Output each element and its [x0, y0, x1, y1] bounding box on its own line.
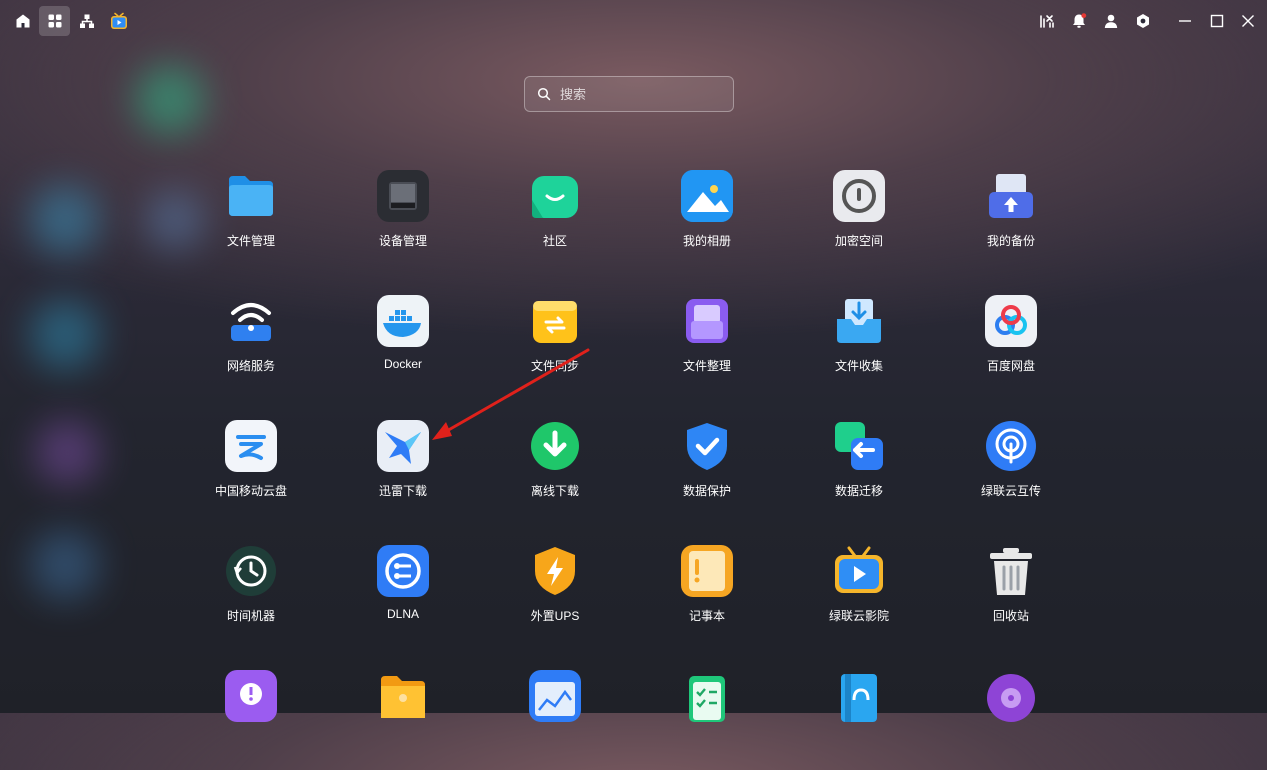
alert-icon [225, 670, 277, 722]
docker-icon [377, 295, 429, 347]
data-protect-icon [681, 420, 733, 472]
app-file-manager[interactable]: 文件管理 [175, 170, 327, 270]
app-time-machine[interactable]: 时间机器 [175, 545, 327, 645]
home-icon [16, 14, 29, 28]
app-partial-2[interactable] [327, 670, 479, 770]
settings-button[interactable] [1127, 6, 1158, 36]
app-community[interactable]: 社区 [479, 170, 631, 270]
app-xunlei[interactable]: 迅雷下载 [327, 420, 479, 520]
home-button[interactable] [7, 6, 38, 36]
app-grid-button[interactable] [39, 6, 70, 36]
data-migrate-icon [833, 420, 885, 472]
tv-app-button[interactable] [103, 6, 134, 36]
network-topology-button[interactable] [71, 6, 102, 36]
file-sync-icon [529, 295, 581, 347]
performance-button[interactable] [1031, 6, 1062, 36]
app-data-protect[interactable]: 数据保护 [631, 420, 783, 520]
app-china-mobile-cloud[interactable]: 中国移动云盘 [175, 420, 327, 520]
app-my-album[interactable]: 我的相册 [631, 170, 783, 270]
device-icon [377, 170, 429, 222]
audiobook-icon [833, 670, 885, 722]
ups-icon [529, 545, 581, 597]
checklist-icon [681, 670, 733, 722]
app-partial-5[interactable] [783, 670, 935, 770]
app-partial-6[interactable] [935, 670, 1087, 770]
app-docker[interactable]: Docker [327, 295, 479, 395]
background-blob [135, 65, 205, 135]
backup-icon [985, 170, 1037, 222]
app-file-collect[interactable]: 文件收集 [783, 295, 935, 395]
search-box[interactable] [524, 76, 734, 112]
close-button[interactable] [1232, 6, 1263, 36]
notifications-button[interactable] [1063, 6, 1094, 36]
minimize-icon [1178, 20, 1191, 22]
time-machine-icon [225, 545, 277, 597]
app-file-sync[interactable]: 文件同步 [479, 295, 631, 395]
file-organize-icon [681, 295, 733, 347]
file-collect-icon [833, 295, 885, 347]
app-ugreen-transfer[interactable]: 绿联云互传 [935, 420, 1087, 520]
network-service-icon [225, 295, 277, 347]
app-device-manager[interactable]: 设备管理 [327, 170, 479, 270]
app-notepad[interactable]: 记事本 [631, 545, 783, 645]
music-disc-icon [985, 670, 1037, 722]
app-offline-download[interactable]: 离线下载 [479, 420, 631, 520]
user-icon [1104, 14, 1117, 28]
offline-download-icon [529, 420, 581, 472]
bell-icon [1072, 13, 1086, 28]
search-input[interactable] [558, 85, 722, 103]
performance-icon [1039, 15, 1054, 28]
folder-icon [225, 170, 277, 222]
search-icon [537, 87, 551, 101]
app-ugreen-cinema[interactable]: 绿联云影院 [783, 545, 935, 645]
background-blob [30, 185, 100, 255]
app-dlna[interactable]: DLNA [327, 545, 479, 645]
tv-icon [110, 12, 127, 29]
maximize-button[interactable] [1201, 6, 1232, 36]
app-partial-3[interactable] [479, 670, 631, 770]
notepad-icon [681, 545, 733, 597]
background-blob [30, 300, 100, 370]
ugreen-transfer-icon [985, 420, 1037, 472]
app-data-migrate[interactable]: 数据迁移 [783, 420, 935, 520]
app-partial-1[interactable] [175, 670, 327, 770]
minimize-button[interactable] [1169, 6, 1200, 36]
xunlei-icon [377, 420, 429, 472]
monitor-chart-icon [529, 670, 581, 722]
app-recycle-bin[interactable]: 回收站 [935, 545, 1087, 645]
recycle-bin-icon [985, 545, 1037, 597]
ugreen-cinema-icon [833, 545, 885, 597]
app-file-organize[interactable]: 文件整理 [631, 295, 783, 395]
dlna-icon [377, 545, 429, 597]
close-icon [1241, 15, 1254, 27]
app-partial-4[interactable] [631, 670, 783, 770]
community-icon [529, 170, 581, 222]
top-bar [0, 0, 1267, 42]
china-mobile-cloud-icon [225, 420, 277, 472]
baidu-pan-icon [985, 295, 1037, 347]
app-baidu-pan[interactable]: 百度网盘 [935, 295, 1087, 395]
user-button[interactable] [1095, 6, 1126, 36]
encrypted-space-icon [833, 170, 885, 222]
app-external-ups[interactable]: 外置UPS [479, 545, 631, 645]
app-encrypted-space[interactable]: 加密空间 [783, 170, 935, 270]
shared-folder-icon [377, 670, 429, 722]
album-icon [681, 170, 733, 222]
network-topology-icon [79, 14, 94, 28]
gear-icon [1136, 14, 1149, 28]
maximize-icon [1210, 14, 1223, 28]
app-my-backup[interactable]: 我的备份 [935, 170, 1087, 270]
app-network-service[interactable]: 网络服务 [175, 295, 327, 395]
grid-icon [48, 14, 61, 28]
background-blob [30, 530, 100, 600]
background-blob [35, 420, 100, 485]
